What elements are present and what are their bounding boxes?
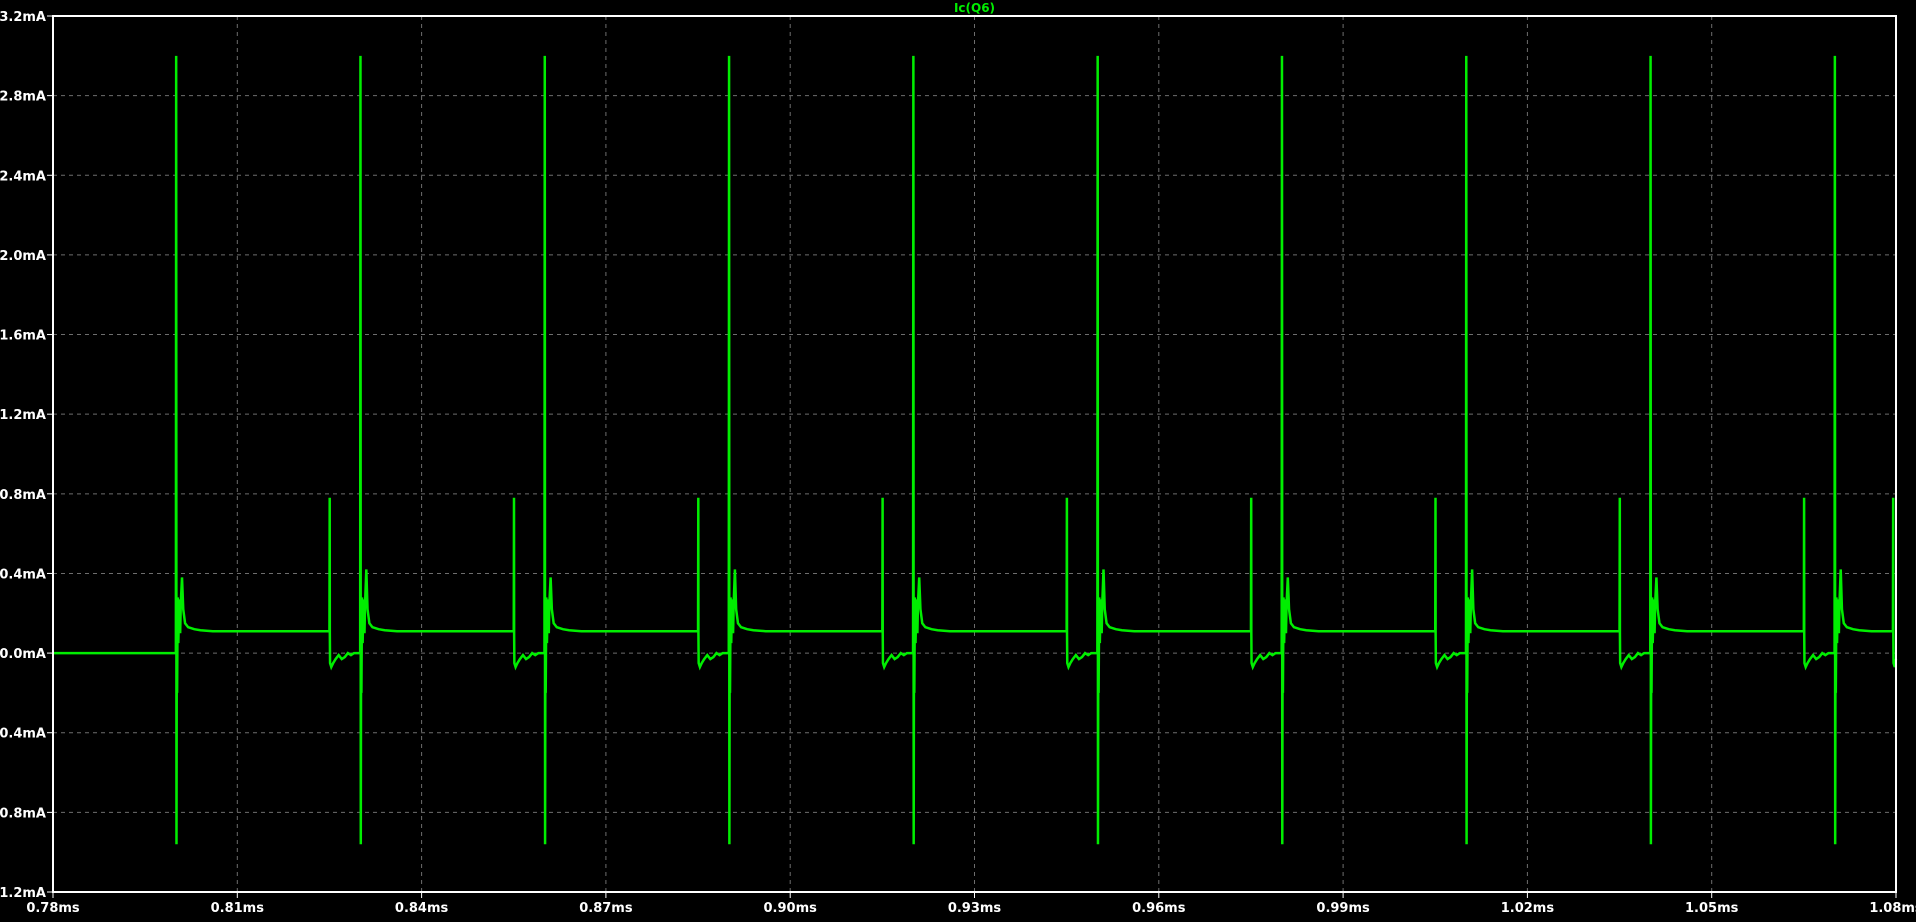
y-tick-label: -0.4mA <box>0 727 46 742</box>
y-tick-label: 2.8mA <box>0 90 46 105</box>
legend[interactable]: Ic(Q6) <box>954 1 995 15</box>
y-tick-label: 1.2mA <box>0 408 46 423</box>
x-tick-label: 1.08ms <box>1869 901 1916 916</box>
x-tick-label: 0.87ms <box>579 901 633 916</box>
y-tick-label: 1.6mA <box>0 329 46 344</box>
trace-legend-label[interactable]: Ic(Q6) <box>954 1 995 15</box>
plot-background <box>0 0 1916 917</box>
x-tick-label: 0.96ms <box>1132 901 1186 916</box>
x-tick-label: 0.93ms <box>948 901 1002 916</box>
y-tick-label: 0.4mA <box>0 567 46 582</box>
x-tick-label: 1.02ms <box>1501 901 1555 916</box>
y-tick-label: -1.2mA <box>0 886 46 901</box>
x-tick-label: 0.84ms <box>395 901 449 916</box>
y-tick-label: 2.4mA <box>0 169 46 184</box>
y-tick-label: 2.0mA <box>0 249 46 264</box>
y-tick-label: 0.8mA <box>0 488 46 503</box>
y-tick-label: -0.8mA <box>0 806 46 821</box>
waveform-viewer[interactable]: 0.78ms 0.81ms 0.84ms 0.87ms 0.90ms 0.93ms 0.96… <box>0 0 1916 917</box>
x-tick-label: 0.90ms <box>764 901 818 916</box>
x-tick-label: 0.78ms <box>26 901 80 916</box>
x-tick-label: 1.05ms <box>1685 901 1739 916</box>
waveform-plot[interactable]: 0.78ms 0.81ms 0.84ms 0.87ms 0.90ms 0.93ms 0.96… <box>0 0 1916 917</box>
y-tick-label: 3.2mA <box>0 10 46 25</box>
x-tick-label: 0.99ms <box>1316 901 1370 916</box>
y-tick-label: 0.0mA <box>0 647 46 662</box>
x-tick-label: 0.81ms <box>211 901 265 916</box>
